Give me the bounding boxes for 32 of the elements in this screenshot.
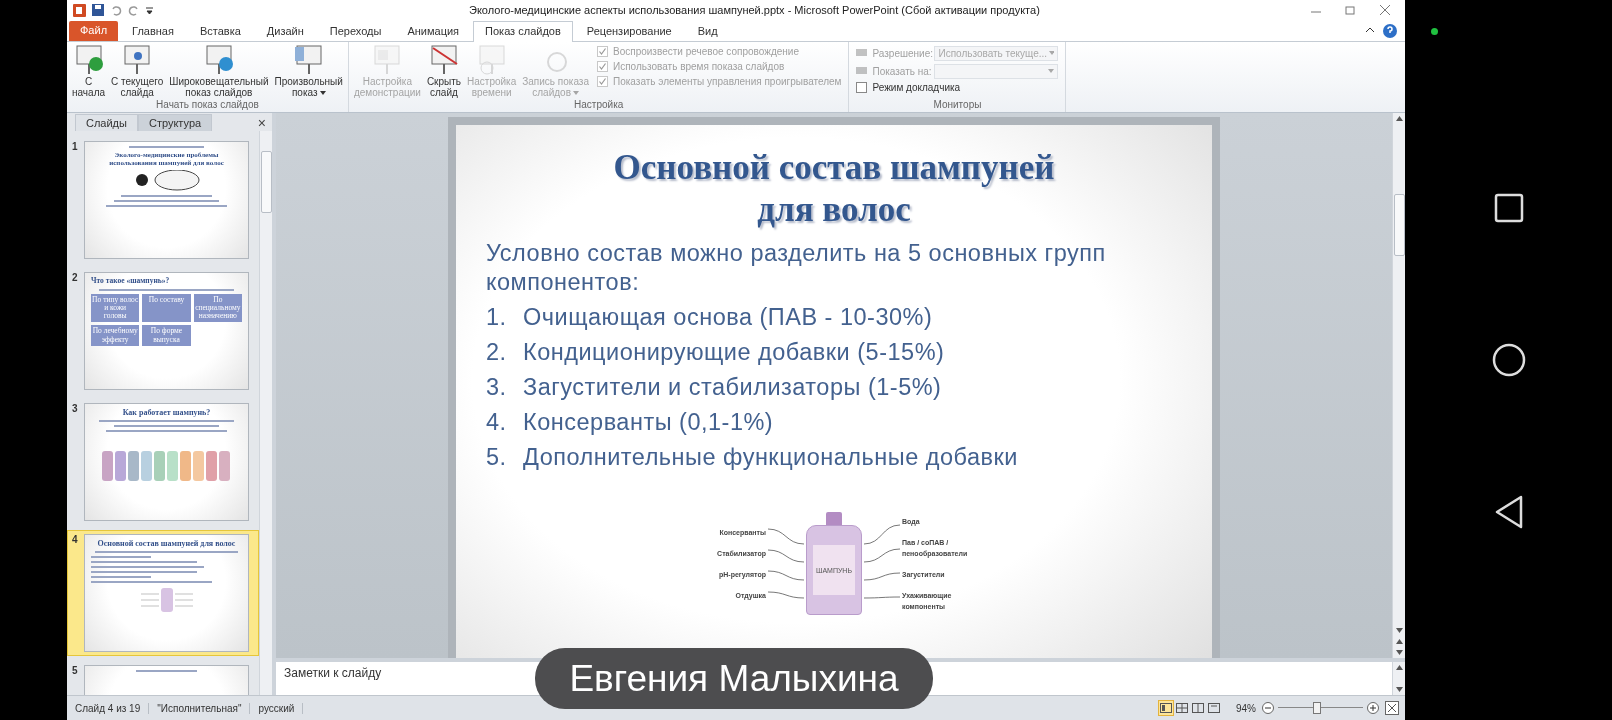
- field-label: Разрешение:: [872, 47, 931, 59]
- checkbox-label: Использовать время показа слайдов: [613, 61, 785, 72]
- field-label: Показать на:: [872, 65, 931, 77]
- thumbnail-title: Как работает шампунь?: [122, 408, 211, 418]
- list-item: Очищающая основа (ПАВ - 10-30%): [523, 303, 933, 332]
- group-label: Мониторы: [932, 99, 983, 112]
- checkbox-label: Режим докладчика: [872, 82, 961, 93]
- window-title: Эколого-медицинские аспекты использования шампуней.pptx - Microsoft PowerPoint (Сбой активации продукта): [469, 4, 1041, 16]
- slide-number: 5: [72, 665, 79, 678]
- list-item: Дополнительные функциональные добавки: [523, 443, 1018, 472]
- slide-number: 4: [72, 534, 79, 547]
- slide-number: 1: [72, 141, 79, 154]
- slide-counter: Слайд 4 из 19: [67, 702, 150, 714]
- list-number: 4.: [486, 408, 508, 437]
- slide-title: Основной состав шампуней для волос: [613, 147, 1055, 231]
- theme-name: "Исполнительная": [149, 702, 251, 714]
- list-number: 1.: [486, 303, 508, 332]
- checkbox-label: Воспроизвести речевое сопровождение: [613, 46, 799, 57]
- group-label: Настройка: [573, 99, 625, 112]
- slide-number: 3: [72, 403, 79, 416]
- slide-text: Условно состав можно разделить на 5 основных групп компонентов:: [486, 239, 1107, 297]
- group-label: Начать показ слайдов: [155, 99, 260, 112]
- list-number: 3.: [486, 373, 508, 402]
- list-item: Консерванты (0,1-1%): [523, 408, 774, 437]
- list-number: 5.: [486, 443, 508, 472]
- list-item: Кондиционирующие добавки (5-15%): [523, 338, 945, 367]
- slide-number: 2: [72, 272, 79, 285]
- list-item: Загустители и стабилизаторы (1-5%): [523, 373, 942, 402]
- checkbox-label: Показать элементы управления проигрывателем: [613, 76, 842, 87]
- speaker-name-toast: Евгения Малыхина: [535, 648, 933, 709]
- list-number: 2.: [486, 338, 508, 367]
- thumbnail-title: Основной состав шампуней для волос: [97, 539, 236, 549]
